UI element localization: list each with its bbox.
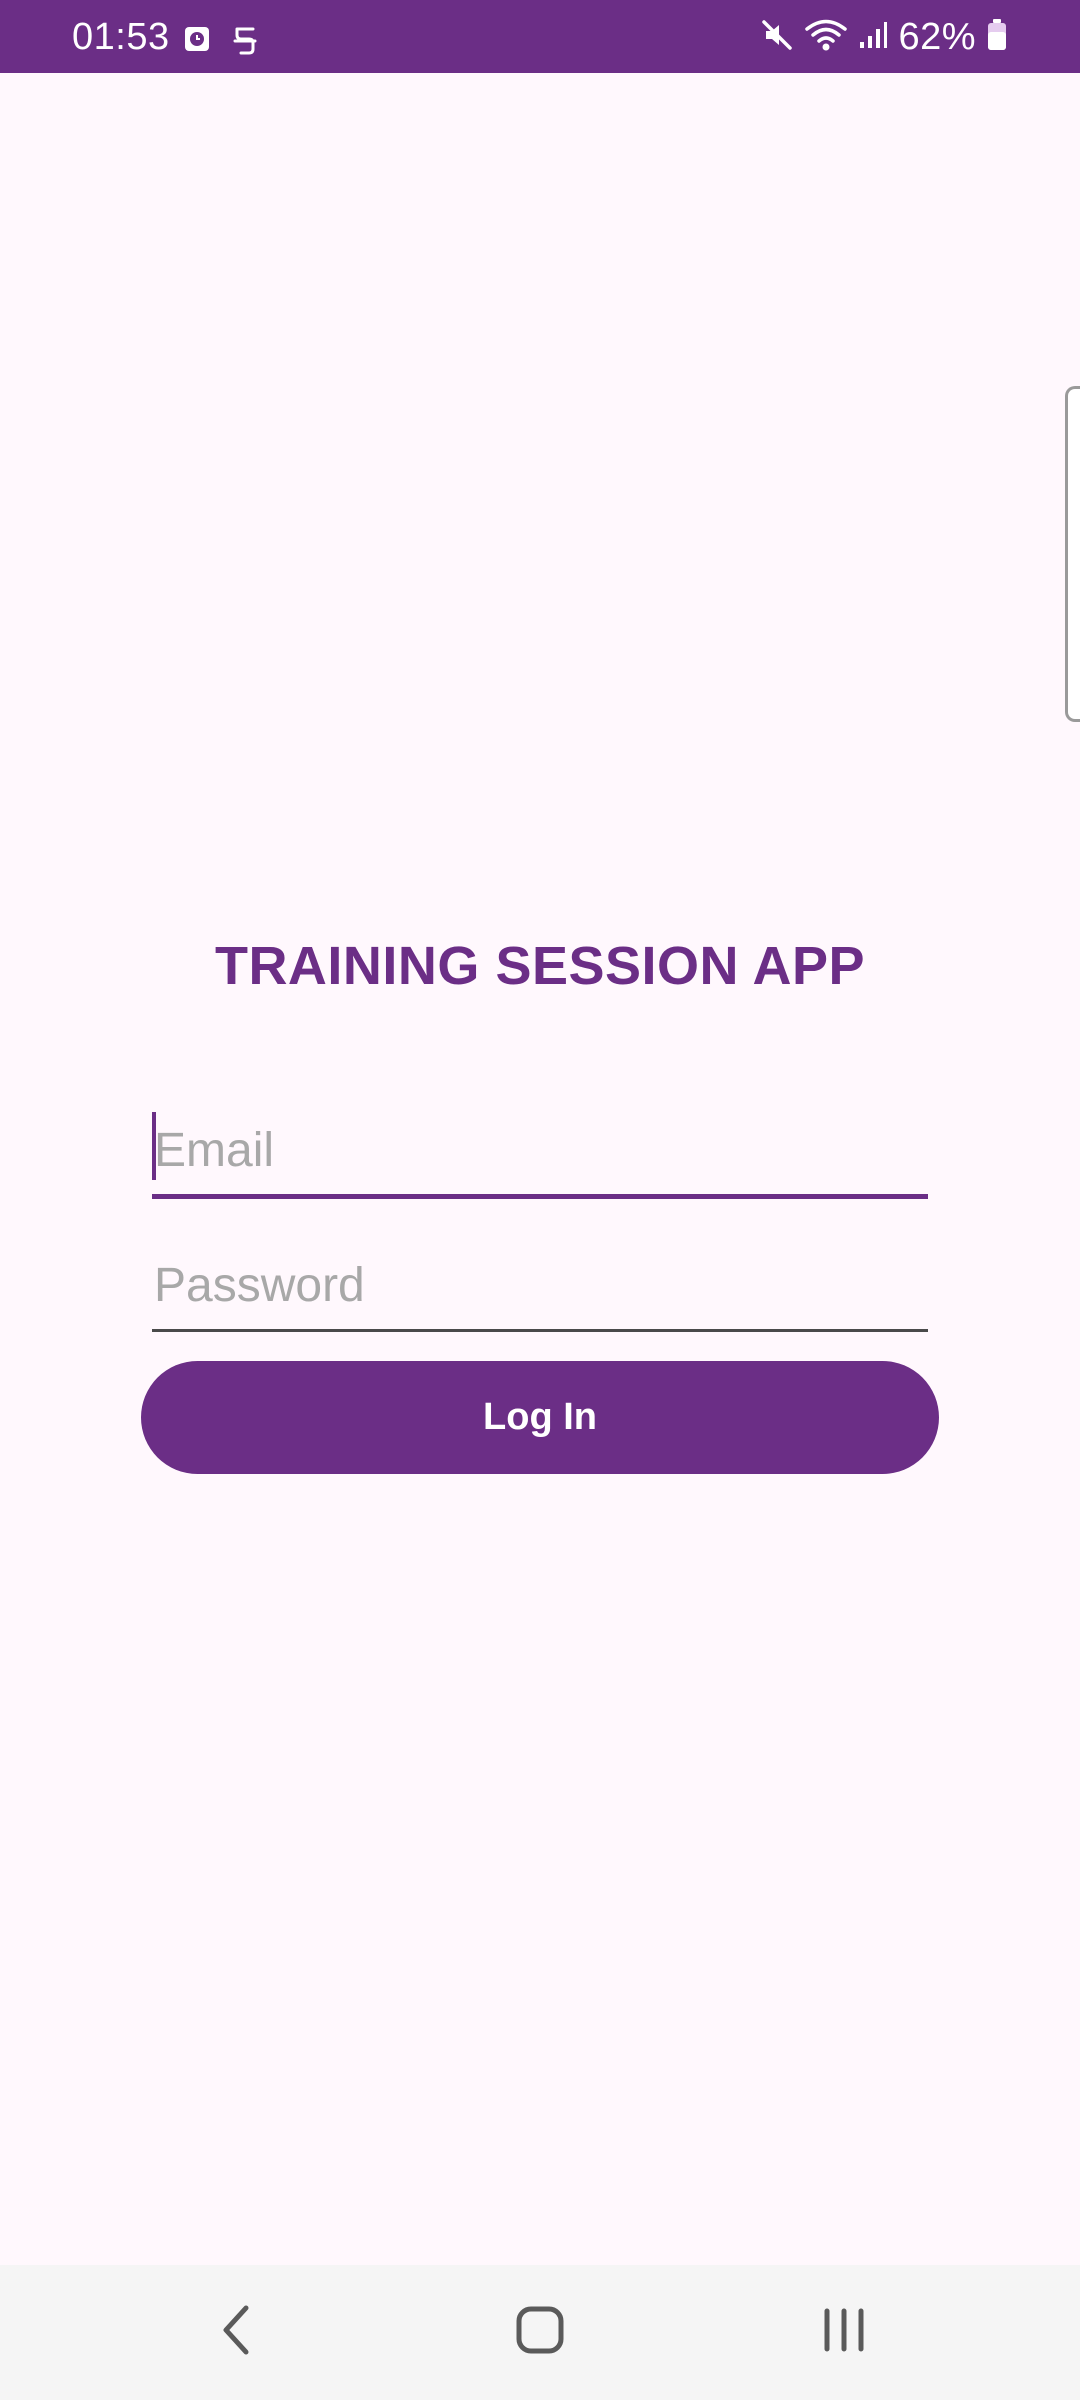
- back-icon: [216, 2302, 256, 2363]
- password-field[interactable]: [152, 1245, 928, 1325]
- email-field[interactable]: [152, 1110, 928, 1190]
- nav-home-button[interactable]: [440, 2265, 640, 2400]
- password-field-container: [152, 1245, 928, 1332]
- accessibility-icon: [232, 26, 258, 61]
- email-field-container: [152, 1110, 928, 1199]
- wifi-icon: [804, 17, 848, 58]
- login-button[interactable]: Log In: [141, 1361, 939, 1474]
- navigation-bar: [0, 2265, 1080, 2400]
- nav-recents-button[interactable]: [744, 2265, 944, 2400]
- app-title: TRAINING SESSION APP: [214, 936, 866, 996]
- signal-icon: [858, 20, 888, 55]
- nav-back-button[interactable]: [136, 2265, 336, 2400]
- home-icon: [515, 2305, 565, 2360]
- status-right-icons: 62%: [760, 0, 1008, 81]
- status-left-icons: [184, 26, 258, 61]
- clock-notification-icon: [184, 26, 210, 61]
- mute-icon: [760, 18, 794, 57]
- email-underline: [152, 1194, 928, 1199]
- battery-percent: 62%: [898, 15, 976, 58]
- recents-icon: [819, 2305, 869, 2360]
- text-cursor: [152, 1112, 156, 1180]
- edge-panel-handle[interactable]: [1065, 386, 1080, 722]
- battery-icon: [986, 18, 1008, 57]
- password-underline: [152, 1329, 928, 1332]
- status-time: 01:53: [72, 16, 170, 58]
- status-bar: 01:53 62%: [0, 0, 1080, 73]
